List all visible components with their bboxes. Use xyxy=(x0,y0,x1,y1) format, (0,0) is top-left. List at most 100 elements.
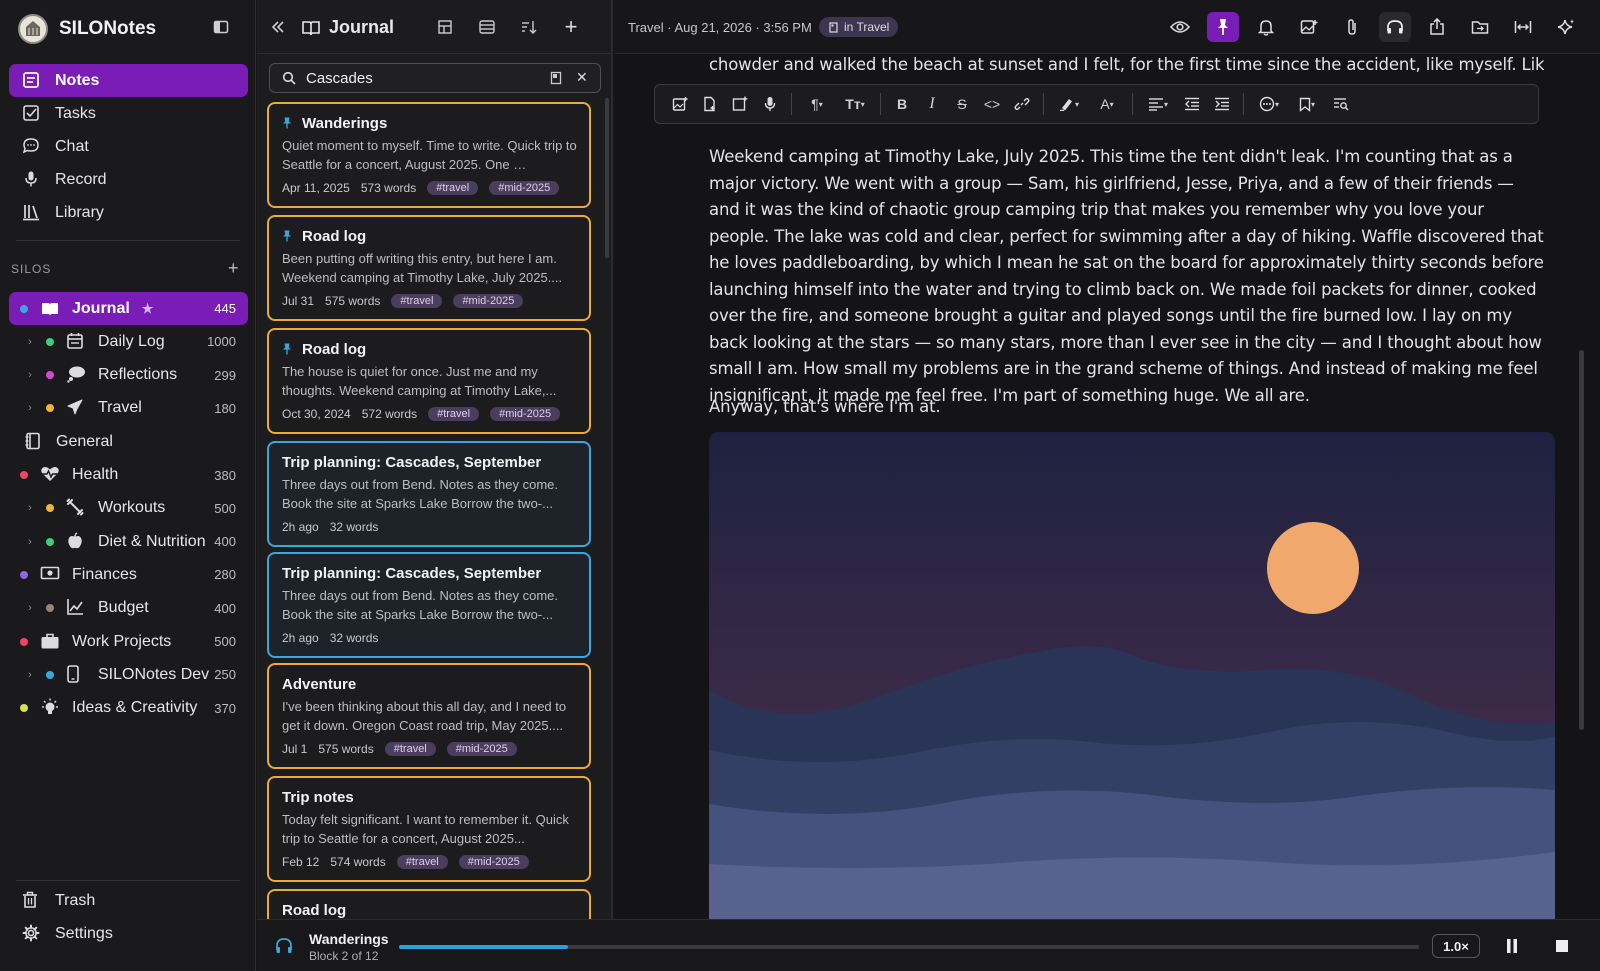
indent-icon[interactable] xyxy=(1207,91,1237,117)
width-toggle-icon[interactable] xyxy=(1507,12,1539,42)
tag-chip[interactable]: #travel xyxy=(396,855,448,869)
font-color-icon[interactable]: A ▾ xyxy=(1088,91,1126,117)
new-note-button[interactable]: + xyxy=(561,14,581,39)
paragraph-main[interactable]: Weekend camping at Timothy Lake, July 20… xyxy=(709,144,1544,409)
silo-silonotes-dev[interactable]: › SILONotes Dev 250 xyxy=(9,658,248,691)
silo-diet-nutrition[interactable]: › Diet & Nutrition 400 xyxy=(9,525,248,558)
nav-item-library[interactable]: Library xyxy=(9,196,248,229)
add-image-icon[interactable] xyxy=(1293,12,1325,42)
tag-chip[interactable]: #mid-2025 xyxy=(453,294,524,308)
silo-journal[interactable]: Journal ★ 445 xyxy=(9,292,248,325)
silo-label: General xyxy=(56,432,113,450)
italic-icon[interactable]: I xyxy=(917,91,947,117)
silo-budget[interactable]: › Budget 400 xyxy=(9,592,248,625)
paragraph-style-icon[interactable]: ¶ ▾ xyxy=(798,91,836,117)
search-input[interactable] xyxy=(306,69,546,87)
insert-block-icon[interactable] xyxy=(725,91,755,117)
link-icon[interactable] xyxy=(1007,91,1037,117)
brand[interactable]: SILONotes xyxy=(18,12,156,46)
search-scope-icon[interactable] xyxy=(550,71,562,85)
note-card[interactable]: Road log The house is quiet for once. Jus… xyxy=(267,328,591,434)
expand-chevron-icon[interactable]: › xyxy=(23,336,37,348)
note-card[interactable]: Trip notes Today felt significant. I want… xyxy=(267,776,591,882)
tag-chip[interactable]: #mid-2025 xyxy=(489,181,560,195)
silo-travel[interactable]: › Travel 180 xyxy=(9,392,248,425)
expand-chevron-icon[interactable]: › xyxy=(23,402,37,414)
add-silo-button[interactable]: + xyxy=(228,258,239,279)
list-scrollbar[interactable] xyxy=(605,98,609,258)
editor-scrollbar[interactable] xyxy=(1579,350,1584,730)
collapse-list-icon[interactable] xyxy=(268,17,288,37)
star-icon[interactable]: ★ xyxy=(142,301,154,317)
move-folder-icon[interactable] xyxy=(1464,12,1496,42)
sort-icon[interactable] xyxy=(519,17,539,37)
note-card[interactable]: Trip planning: Cascades, September Three … xyxy=(267,552,591,658)
outdent-icon[interactable] xyxy=(1177,91,1207,117)
silo-work-projects[interactable]: Work Projects 500 xyxy=(9,625,248,658)
expand-chevron-icon[interactable]: › xyxy=(23,669,37,681)
tag-chip[interactable]: #travel xyxy=(391,294,443,308)
headphones-icon[interactable] xyxy=(1379,12,1411,42)
nav-item-trash[interactable]: Trash xyxy=(9,884,248,917)
note-card[interactable]: Road log Been putting off writing this en… xyxy=(267,215,591,321)
nav-item-settings[interactable]: Settings xyxy=(9,917,248,950)
nav-item-chat[interactable]: Chat xyxy=(9,130,248,163)
silo-ideas-creativity[interactable]: Ideas & Creativity 370 xyxy=(9,692,248,725)
tag-chip[interactable]: #travel xyxy=(427,181,479,195)
stop-icon[interactable] xyxy=(1555,939,1569,953)
silo-general[interactable]: General xyxy=(9,425,248,458)
silo-color-dot xyxy=(20,570,28,579)
silo-reflections[interactable]: › Reflections 299 xyxy=(9,359,248,392)
expand-chevron-icon[interactable]: › xyxy=(23,536,37,548)
silo-workouts[interactable]: › Workouts 500 xyxy=(9,492,248,525)
preview-eye-icon[interactable] xyxy=(1164,12,1196,42)
insert-image-icon[interactable] xyxy=(665,91,695,117)
tag-chip[interactable]: #mid-2025 xyxy=(458,855,529,869)
speed-button[interactable]: 1.0× xyxy=(1432,934,1480,958)
find-replace-icon[interactable] xyxy=(1326,91,1356,117)
expand-chevron-icon[interactable]: › xyxy=(23,602,37,614)
expand-chevron-icon[interactable]: › xyxy=(23,502,37,514)
nav-item-record[interactable]: Record xyxy=(9,163,248,196)
layout-list-icon[interactable] xyxy=(477,17,497,37)
expand-chevron-icon[interactable]: › xyxy=(23,369,37,381)
text-size-icon[interactable]: Tт ▾ xyxy=(836,91,874,117)
insert-page-icon[interactable] xyxy=(695,91,725,117)
tag-chip[interactable]: #travel xyxy=(384,742,436,756)
tag-chip[interactable]: #mid-2025 xyxy=(490,407,561,421)
attachment-icon[interactable] xyxy=(1336,12,1368,42)
bookmark-icon[interactable]: ▾ xyxy=(1288,91,1326,117)
highlight-icon[interactable]: ▾ xyxy=(1050,91,1088,117)
note-card[interactable]: Adventure I've been thinking about this a… xyxy=(267,663,591,769)
code-icon[interactable]: <> xyxy=(977,91,1007,117)
nav-item-notes[interactable]: Notes xyxy=(9,64,248,97)
pin-icon[interactable] xyxy=(1207,12,1239,42)
tag-chip[interactable]: #travel xyxy=(428,407,480,421)
paragraph-end[interactable]: Anyway, that's where I'm at. xyxy=(709,394,1544,421)
note-card[interactable]: Trip planning: Cascades, September Three … xyxy=(267,441,591,547)
silo-badge[interactable]: in Travel xyxy=(819,17,899,37)
ai-sparkle-icon[interactable] xyxy=(1550,12,1582,42)
note-card[interactable]: Wanderings Quiet moment to myself. Time t… xyxy=(267,102,591,208)
tag-chip[interactable]: #mid-2025 xyxy=(446,742,517,756)
silo-badge-label: in Travel xyxy=(844,20,890,34)
silo-finances[interactable]: Finances 280 xyxy=(9,558,248,591)
progress-bar[interactable] xyxy=(399,945,1419,949)
more-options-icon[interactable]: ▾ xyxy=(1250,91,1288,117)
align-icon[interactable]: ▾ xyxy=(1139,91,1177,117)
bold-icon[interactable]: B xyxy=(887,91,917,117)
dictation-mic-icon[interactable] xyxy=(755,91,785,117)
pause-icon[interactable] xyxy=(1505,938,1519,954)
editor-header: Travel · Aug 21, 2026 · 3:56 PM in Trave… xyxy=(615,0,1600,54)
nav-item-tasks[interactable]: Tasks xyxy=(9,97,248,130)
layout-grid-icon[interactable] xyxy=(435,17,455,37)
silo-health[interactable]: Health 380 xyxy=(9,459,248,492)
clear-search-icon[interactable]: ✕ xyxy=(576,69,588,86)
silo-daily-log[interactable]: › Daily Log 1000 xyxy=(9,325,248,358)
search-box[interactable]: ✕ xyxy=(269,63,601,93)
share-icon[interactable] xyxy=(1421,12,1453,42)
sidebar-toggle-icon[interactable] xyxy=(213,19,231,37)
strikethrough-icon[interactable]: S xyxy=(947,91,977,117)
paragraph-previous[interactable]: chowder and walked the beach at sunset a… xyxy=(709,52,1544,79)
bell-icon[interactable] xyxy=(1250,12,1282,42)
